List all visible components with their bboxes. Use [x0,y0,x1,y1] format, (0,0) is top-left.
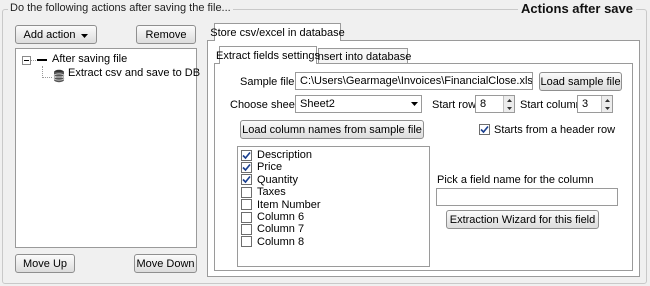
add-action-label: Add action [23,28,76,41]
choose-sheet-label: Choose sheet [230,99,298,111]
column-checkbox[interactable] [241,186,252,198]
column-checkbox[interactable] [241,199,252,211]
load-column-names-button[interactable]: Load column names from sample file [240,120,424,139]
column-label: Column 6 [257,211,305,223]
column-label: Column 8 [257,235,305,248]
header-row-checkbox[interactable] [479,124,490,135]
column-list-item[interactable]: Description [241,149,312,161]
column-checkbox[interactable] [241,236,252,248]
checkmark-icon [480,125,489,134]
column-list-item[interactable]: Item Number [241,199,321,211]
load-sample-file-button[interactable]: Load sample file [539,72,622,91]
spin-down-icon[interactable] [602,104,612,112]
column-list-item[interactable]: Quantity [241,174,298,186]
add-action-button[interactable]: Add action [15,25,97,44]
column-label: Quantity [257,173,298,186]
start-column-spin[interactable] [601,96,612,112]
page-title: Actions after save [518,1,636,16]
start-row-value: 8 [480,98,487,110]
sample-file-value: C:\Users\Gearmage\Invoices\FinancialClos… [300,75,533,87]
column-list-item[interactable]: Price [241,161,282,173]
column-checkbox[interactable] [241,174,252,186]
header-row-label[interactable]: Starts from a header row [494,124,615,136]
tree-item-extract-csv[interactable]: Extract csv and save to DB [68,67,200,79]
extraction-wizard-button[interactable]: Extraction Wizard for this field [446,210,599,229]
checkmark-icon [242,163,251,172]
field-name-input[interactable] [436,188,618,206]
sheet-dropdown-arrow-icon[interactable] [409,99,419,109]
remove-button[interactable]: Remove [136,25,196,44]
checkmark-icon [242,151,251,159]
column-checklist[interactable]: Description Price Quantity Taxes Item Number… [237,146,430,267]
database-icon [53,69,65,86]
start-row-spin[interactable] [503,96,514,112]
column-checkbox[interactable] [241,149,252,161]
tree-connector [31,60,36,61]
column-checkbox[interactable] [241,161,252,173]
tab-insert-into-database[interactable]: Insert into database [315,48,411,64]
tree-root-icon [37,59,47,61]
sample-file-label: Sample file [240,76,295,88]
action-tree[interactable]: After saving file Extract csv and save t… [15,48,200,248]
tab-extract-fields[interactable]: Extract fields settings [216,46,320,64]
start-column-value: 3 [582,98,589,110]
move-down-button[interactable]: Move Down [134,254,197,273]
column-label: Column 7 [257,223,305,236]
column-list-item[interactable]: Column 8 [241,236,304,248]
move-up-button[interactable]: Move Up [15,254,75,273]
column-list-item[interactable]: Column 7 [241,223,304,235]
checkmark-icon [242,176,251,184]
sheet-select[interactable]: Sheet2 [295,95,422,113]
spin-down-icon[interactable] [504,104,514,112]
column-label: Taxes [257,186,286,199]
dropdown-arrow-icon [81,29,89,41]
group-legend: Do the following actions after saving th… [8,2,233,14]
start-column-label: Start column [520,99,582,111]
tab-store-csv[interactable]: Store csv/excel in database [210,23,345,41]
column-label: Description [257,149,313,161]
spin-up-icon[interactable] [602,96,612,104]
column-list-item[interactable]: Taxes [241,186,286,198]
column-checkbox[interactable] [241,211,252,223]
collapse-toggle-icon[interactable] [22,56,31,65]
column-label: Price [257,161,283,174]
pick-field-label: Pick a field name for the column [437,174,594,186]
tree-item-after-saving[interactable]: After saving file [52,53,127,65]
spin-up-icon[interactable] [504,96,514,104]
start-row-label: Start row [432,99,477,111]
sample-file-input[interactable]: C:\Users\Gearmage\Invoices\FinancialClos… [295,72,533,90]
column-list-item[interactable]: Column 6 [241,211,304,223]
sheet-select-value: Sheet2 [300,98,335,110]
tree-connector [42,77,52,78]
column-checkbox[interactable] [241,223,252,235]
column-label: Item Number [257,198,321,211]
